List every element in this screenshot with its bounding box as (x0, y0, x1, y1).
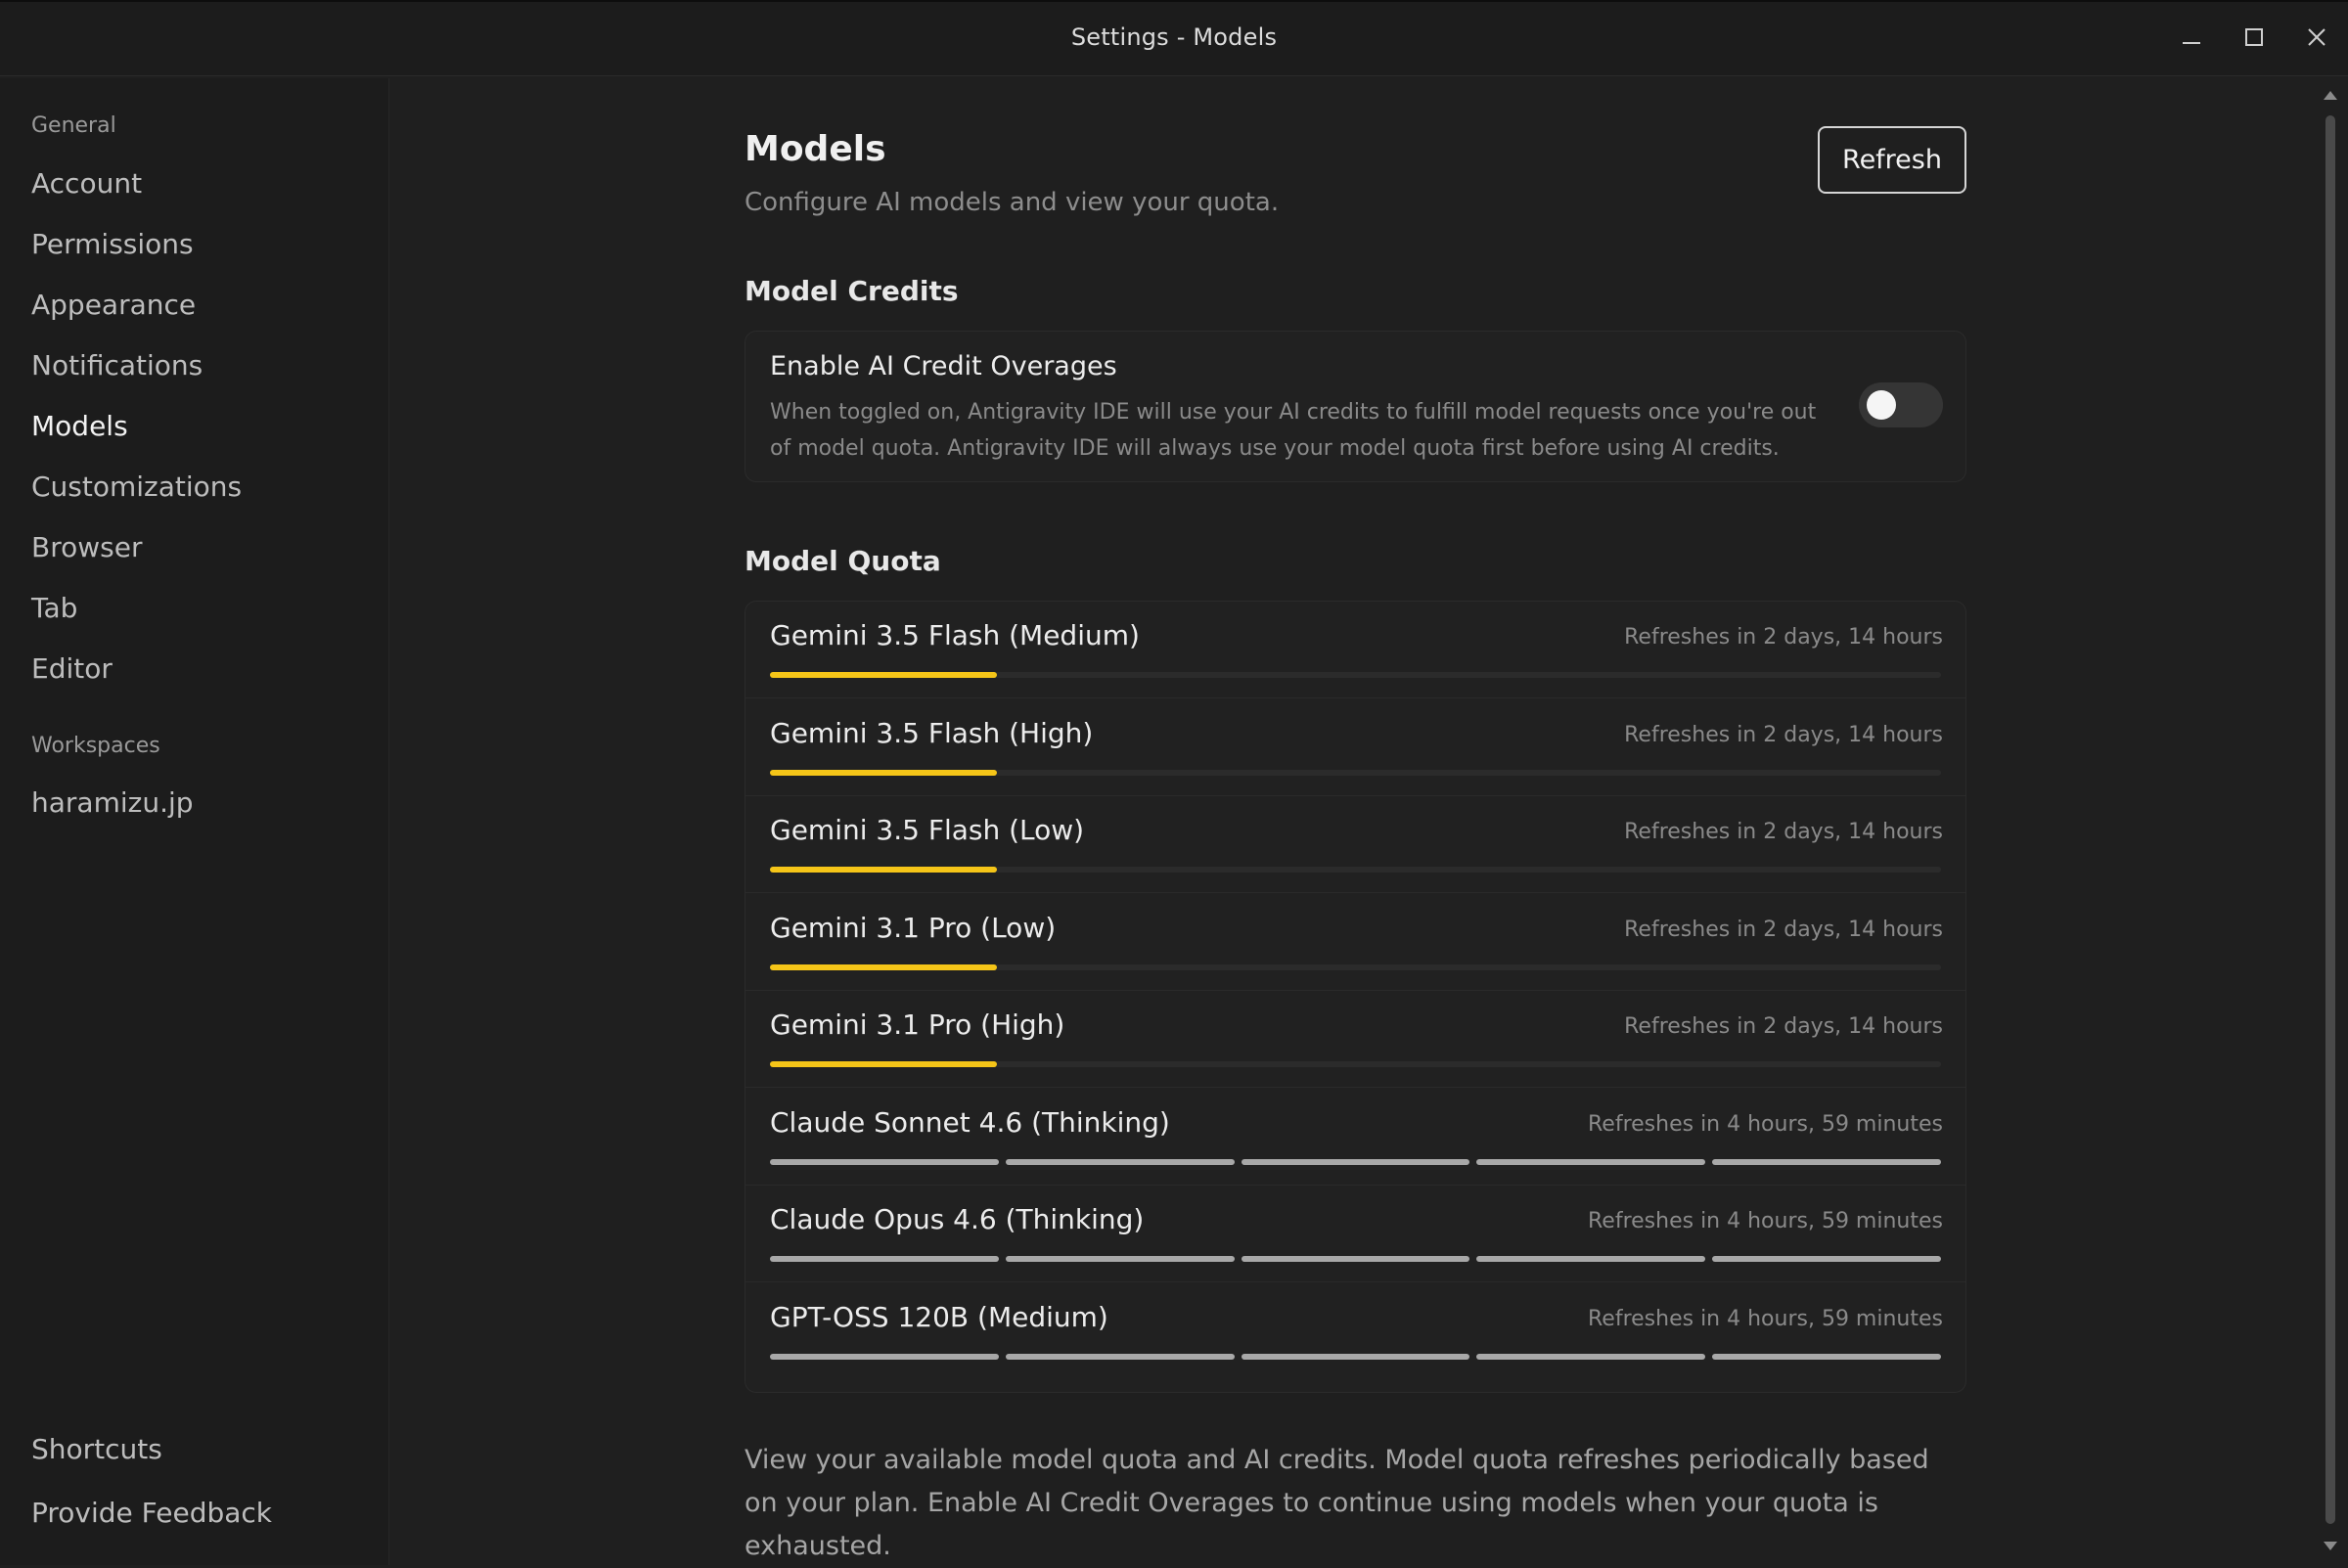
quota-progress-bar (770, 672, 1941, 678)
window-title: Settings - Models (1070, 23, 1278, 51)
close-icon[interactable] (2295, 16, 2338, 59)
sidebar-item-models[interactable]: Models (31, 410, 128, 442)
toggle-knob (1867, 390, 1896, 420)
quota-progress-bar (770, 1061, 1941, 1067)
sidebar: General Account Permissions Appearance N… (0, 78, 389, 1565)
quota-model-name: Claude Opus 4.6 (Thinking) (770, 1203, 1145, 1235)
quota-row: Claude Opus 4.6 (Thinking) Refreshes in 4… (745, 1186, 1965, 1282)
quota-bar-fill (770, 963, 998, 970)
quota-bar-segment (1241, 1353, 1470, 1360)
quota-refresh-time: Refreshes in 2 days, 14 hours (1624, 722, 1943, 747)
quota-row: Gemini 3.5 Flash (Medium) Refreshes in 2 … (745, 602, 1965, 698)
sidebar-item-customizations[interactable]: Customizations (31, 470, 242, 503)
quota-bar-segment (1712, 1158, 1941, 1165)
quota-refresh-time: Refreshes in 2 days, 14 hours (1624, 820, 1943, 844)
quota-bar-segment (1712, 1256, 1941, 1262)
quota-row: Gemini 3.1 Pro (High) Refreshes in 2 days… (745, 991, 1965, 1088)
quota-model-name: Gemini 3.5 Flash (Low) (770, 814, 1085, 846)
quota-model-name: Claude Sonnet 4.6 (Thinking) (770, 1105, 1170, 1139)
quota-refresh-time: Refreshes in 2 days, 14 hours (1624, 1014, 1943, 1039)
quota-bar-segment (1476, 1158, 1706, 1165)
sidebar-item-browser[interactable]: Browser (31, 531, 142, 563)
quota-bar-segment (1005, 1256, 1235, 1262)
sidebar-item-shortcuts[interactable]: Shortcuts (31, 1433, 162, 1465)
sidebar-item-notifications[interactable]: Notifications (31, 349, 203, 381)
quota-refresh-time: Refreshes in 4 hours, 59 minutes (1588, 1306, 1943, 1331)
sidebar-item-workspace[interactable]: haramizu.jp (31, 786, 194, 819)
quota-progress-bar (770, 963, 1941, 970)
sidebar-item-tab[interactable]: Tab (31, 592, 77, 624)
quota-model-name: GPT-OSS 120B (Medium) (770, 1300, 1108, 1333)
quota-bar-segment (770, 1158, 999, 1165)
quota-footer-note: View your available model quota and AI c… (745, 1445, 1929, 1561)
quota-bar-fill (770, 1061, 998, 1067)
quota-row: Gemini 3.5 Flash (High) Refreshes in 2 da… (745, 699, 1965, 796)
sidebar-item-provide-feedback[interactable]: Provide Feedback (31, 1497, 272, 1529)
scroll-up-arrow-icon[interactable] (2321, 88, 2340, 104)
credit-overages-title: Enable AI Credit Overages (770, 351, 1117, 381)
quota-row: Gemini 3.5 Flash (Low) Refreshes in 2 day… (745, 796, 1965, 893)
scroll-down-arrow-icon[interactable] (2321, 1538, 2340, 1553)
model-credits-heading: Model Credits (745, 275, 959, 307)
quota-bar-segment (770, 1256, 999, 1262)
sidebar-item-permissions[interactable]: Permissions (31, 228, 194, 260)
page-subtitle: Configure AI models and view your quota. (745, 188, 1280, 217)
quota-refresh-time: Refreshes in 2 days, 14 hours (1624, 625, 1943, 650)
quota-bar-segment (1712, 1353, 1941, 1360)
quota-bar-segment (1005, 1353, 1235, 1360)
quota-progress-bar (770, 1353, 1941, 1360)
quota-bar-segment (1241, 1256, 1470, 1262)
quota-refresh-time: Refreshes in 4 hours, 59 minutes (1588, 1111, 1943, 1137)
quota-bar-segment (1005, 1158, 1235, 1165)
quota-bar-segment (1476, 1353, 1706, 1360)
model-quota-heading: Model Quota (745, 545, 941, 577)
sidebar-section-workspaces: Workspaces (31, 734, 160, 758)
credit-overages-description: When toggled on, Antigravity IDE will us… (770, 400, 1817, 461)
page-title: Models (745, 129, 886, 169)
scrollbar-thumb[interactable] (2325, 115, 2335, 1524)
maximize-icon[interactable] (2233, 16, 2276, 59)
quota-progress-bar (770, 1158, 1941, 1165)
sidebar-item-editor[interactable]: Editor (31, 652, 113, 685)
settings-window: Settings - Models General Account Permis… (0, 0, 2348, 1565)
quota-refresh-time: Refreshes in 2 days, 14 hours (1624, 917, 1943, 942)
title-bar: Settings - Models (0, 0, 2348, 76)
quota-row: Gemini 3.1 Pro (Low) Refreshes in 2 days,… (745, 894, 1965, 991)
quota-model-name: Gemini 3.1 Pro (High) (770, 1008, 1065, 1041)
credit-overages-card: Enable AI Credit Overages When toggled o… (745, 331, 1966, 482)
minimize-icon[interactable] (2170, 16, 2213, 59)
model-quota-card: Gemini 3.5 Flash (Medium) Refreshes in 2 … (745, 601, 1966, 1393)
quota-progress-bar (770, 867, 1941, 873)
quota-bar-fill (770, 672, 998, 678)
quota-bar-segment (770, 1353, 999, 1360)
quota-bar-segment (1476, 1256, 1706, 1262)
quota-refresh-time: Refreshes in 4 hours, 59 minutes (1588, 1209, 1943, 1233)
quota-row: GPT-OSS 120B (Medium) Refreshes in 4 hour… (745, 1283, 1965, 1380)
quota-model-name: Gemini 3.1 Pro (Low) (770, 911, 1057, 944)
credit-overages-toggle[interactable] (1859, 382, 1943, 427)
quota-bar-segment (1241, 1158, 1470, 1165)
sidebar-item-account[interactable]: Account (31, 167, 142, 200)
quota-model-name: Gemini 3.5 Flash (High) (770, 716, 1094, 749)
main-content: Models Configure AI models and view your… (391, 78, 2325, 1565)
sidebar-section-general: General (31, 113, 116, 138)
quota-model-name: Gemini 3.5 Flash (Medium) (770, 619, 1140, 651)
sidebar-item-appearance[interactable]: Appearance (31, 289, 196, 321)
refresh-button[interactable]: Refresh (1818, 126, 1966, 194)
quota-row: Claude Sonnet 4.6 (Thinking) Refreshes in… (745, 1089, 1965, 1186)
quota-progress-bar (770, 769, 1941, 776)
quota-bar-fill (770, 769, 998, 776)
quota-bar-fill (770, 867, 998, 873)
quota-progress-bar (770, 1256, 1941, 1262)
